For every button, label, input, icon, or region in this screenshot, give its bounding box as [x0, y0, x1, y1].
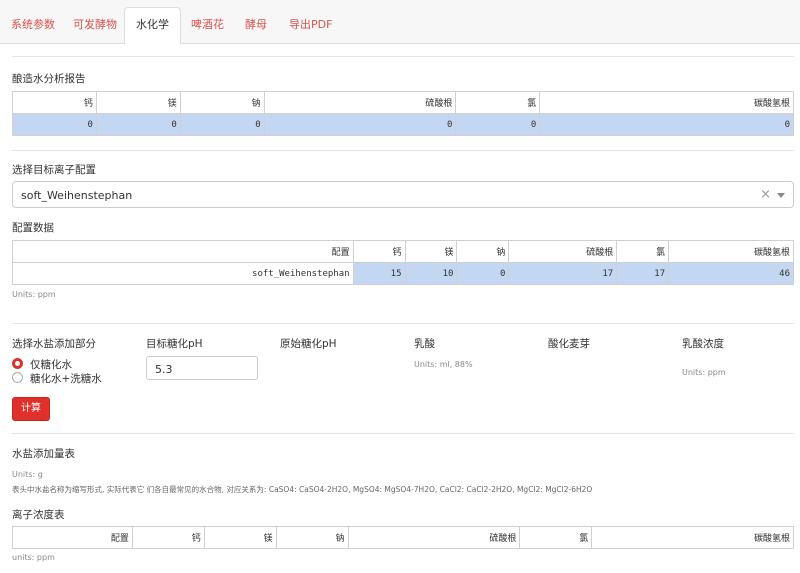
- tab-water-chemistry[interactable]: 水化学: [124, 7, 181, 45]
- header-cell: 碳酸氢根: [539, 91, 794, 114]
- table-header-row: 配置 钙 镁 钠 硫酸根 氯 碳酸氢根: [12, 526, 794, 549]
- tab-bar: 系统参数 可发酵物 水化学 啤酒花 酵母 导出PDF: [0, 0, 800, 45]
- target-ph-label: 目标糖化pH: [146, 338, 203, 350]
- target-profile-title: 选择目标离子配置: [12, 164, 96, 176]
- target-ph-input[interactable]: 5.3: [146, 356, 258, 380]
- ion-table-title: 离子浓度表: [12, 509, 65, 521]
- header-cell: 氯: [616, 240, 670, 263]
- header-cell: 钠: [179, 91, 265, 114]
- value-cell: 0: [12, 113, 97, 136]
- target-profile-select[interactable]: soft_Weihenstephan ×: [12, 181, 794, 208]
- header-cell: 钙: [352, 240, 406, 263]
- radio-mash-only[interactable]: [12, 358, 23, 369]
- header-cell: 钠: [275, 526, 349, 549]
- original-ph-label: 原始糖化pH: [280, 338, 337, 350]
- header-cell: 硫酸根: [263, 91, 457, 114]
- table-header-row: 配置 钙 镁 钠 硫酸根 氯 碳酸氢根: [12, 240, 794, 263]
- table-row[interactable]: 0 0 0 0 0 0: [12, 113, 794, 136]
- value-cell: 10: [404, 262, 458, 285]
- tab-system-params[interactable]: 系统参数: [0, 8, 66, 44]
- value-cell: 0: [455, 113, 541, 136]
- header-cell: 氯: [519, 526, 593, 549]
- header-cell: 镁: [203, 526, 277, 549]
- header-cell: 碳酸氢根: [668, 240, 794, 263]
- water-report-title: 酿造水分析报告: [12, 73, 86, 85]
- header-cell: 镁: [95, 91, 181, 114]
- lactic-concentration-label: 乳酸浓度: [682, 338, 724, 350]
- ion-table: 配置 钙 镁 钠 硫酸根 氯 碳酸氢根: [12, 526, 794, 549]
- selected-profile: soft_Weihenstephan: [21, 189, 133, 202]
- tab-fermentables[interactable]: 可发酵物: [62, 8, 128, 44]
- value-cell: 46: [668, 262, 794, 285]
- profile-data-table: 配置 钙 镁 钠 硫酸根 氯 碳酸氢根 soft_Weihenstephan 1…: [12, 240, 794, 285]
- profile-units: Units: ppm: [12, 290, 56, 299]
- divider: [12, 150, 794, 151]
- divider: [12, 323, 794, 324]
- calculate-button[interactable]: 计算: [12, 397, 50, 421]
- header-cell: 配置: [12, 240, 354, 263]
- value-cell: 15: [352, 262, 406, 285]
- clear-icon[interactable]: ×: [760, 187, 771, 202]
- tab-export-pdf[interactable]: 导出PDF: [278, 8, 343, 44]
- salt-table-units: Units: g: [12, 470, 43, 479]
- value-cell: 17: [616, 262, 670, 285]
- header-cell: 碳酸氢根: [591, 526, 794, 549]
- divider: [12, 433, 794, 434]
- value-cell: soft_Weihenstephan: [12, 262, 354, 285]
- salt-table-title: 水盐添加量表: [12, 448, 75, 460]
- header-cell: 硫酸根: [508, 240, 618, 263]
- radio-mash-only-label[interactable]: 仅糖化水: [30, 357, 72, 372]
- radio-mash-sparge[interactable]: [12, 372, 23, 383]
- tab-hops[interactable]: 啤酒花: [180, 8, 235, 44]
- value-cell: 0: [263, 113, 457, 136]
- header-cell: 配置: [12, 526, 133, 549]
- profile-data-title: 配置数据: [12, 222, 54, 234]
- header-cell: 镁: [404, 240, 458, 263]
- value-cell: 0: [456, 262, 510, 285]
- radio-mash-sparge-label[interactable]: 糖化水+洗糖水: [30, 371, 102, 386]
- value-cell: 0: [95, 113, 181, 136]
- value-cell: 17: [508, 262, 618, 285]
- value-cell: 0: [179, 113, 265, 136]
- salt-part-label: 选择水盐添加部分: [12, 338, 96, 350]
- table-header-row: 钙 镁 钠 硫酸根 氯 碳酸氢根: [12, 91, 794, 114]
- divider: [12, 56, 794, 57]
- value-cell: 0: [539, 113, 794, 136]
- target-ph-value: 5.3: [155, 363, 173, 376]
- lactic-concentration-units: Units: ppm: [682, 368, 726, 377]
- header-cell: 硫酸根: [347, 526, 521, 549]
- tab-yeast[interactable]: 酵母: [234, 8, 278, 44]
- lactic-acid-label: 乳酸: [414, 338, 435, 350]
- ion-table-units: units: ppm: [12, 553, 55, 562]
- salt-table-note: 表头中水盐名称为缩写形式, 实际代表它 们各自最常见的水合物, 对应关系为: C…: [12, 485, 593, 494]
- header-cell: 氯: [455, 91, 541, 114]
- header-cell: 钙: [131, 526, 205, 549]
- water-report-table: 钙 镁 钠 硫酸根 氯 碳酸氢根 0 0 0 0 0 0: [12, 91, 794, 136]
- lactic-acid-units: Units: ml, 88%: [414, 360, 473, 369]
- table-row[interactable]: soft_Weihenstephan 15 10 0 17 17 46: [12, 262, 794, 285]
- header-cell: 钠: [456, 240, 510, 263]
- chevron-down-icon[interactable]: [777, 193, 785, 198]
- header-cell: 钙: [12, 91, 97, 114]
- acid-malt-label: 酸化麦芽: [548, 338, 590, 350]
